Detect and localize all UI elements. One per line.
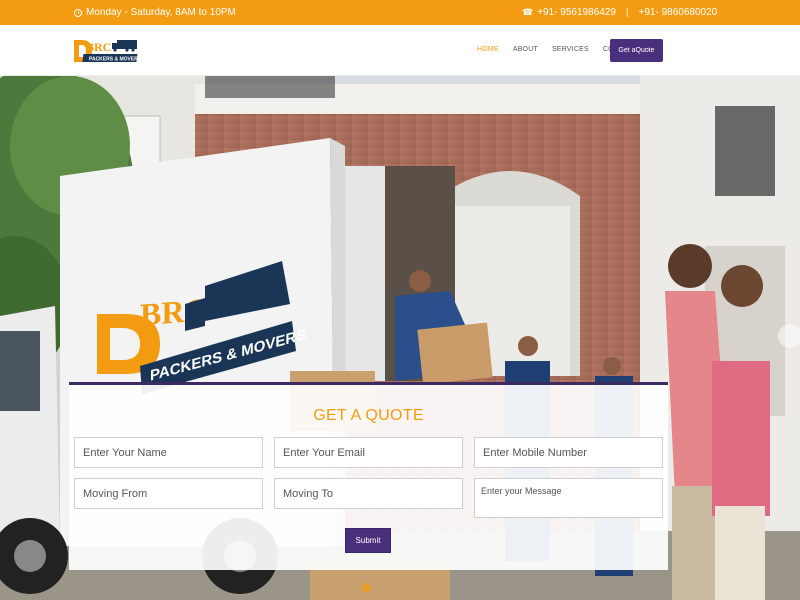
logo-graphic: BRC PACKERS & MOVERS	[74, 40, 142, 63]
nav-services[interactable]: SERVICES	[552, 46, 589, 53]
phone-number-2[interactable]: +91- 9860680020	[639, 7, 718, 18]
business-hours-text: Monday - Saturday, 8AM to 10PM	[86, 7, 236, 18]
submit-button[interactable]: Submit	[345, 528, 391, 553]
clock-icon	[74, 8, 82, 17]
quote-form: GET A QUOTE Enter Your Name Enter Your E…	[69, 382, 668, 570]
moving-to-input[interactable]: Moving To	[274, 478, 463, 509]
nav-about[interactable]: ABOUT	[513, 46, 538, 53]
nav-home[interactable]: HOME	[477, 46, 499, 53]
top-info-bar: Monday - Saturday, 8AM to 10PM ☎ +91- 95…	[0, 0, 800, 25]
slider-indicator[interactable]	[362, 583, 371, 592]
moving-from-input[interactable]: Moving From	[74, 478, 263, 509]
svg-text:BRC: BRC	[86, 40, 111, 54]
phone-numbers: ☎ +91- 9561986429 | +91- 9860680020	[522, 7, 717, 18]
message-textarea[interactable]: Enter your Message	[474, 478, 663, 518]
phone-icon: ☎	[522, 7, 534, 17]
phone-separator: |	[625, 7, 629, 18]
site-logo[interactable]: BRC PACKERS & MOVERS	[72, 36, 142, 66]
business-hours: Monday - Saturday, 8AM to 10PM	[74, 7, 236, 18]
phone-number-1[interactable]: +91- 9561986429	[537, 7, 616, 18]
svg-text:PACKERS & MOVERS: PACKERS & MOVERS	[89, 57, 142, 63]
email-input[interactable]: Enter Your Email	[274, 437, 463, 468]
name-input[interactable]: Enter Your Name	[74, 437, 263, 468]
mobile-input[interactable]: Enter Mobile Number	[474, 437, 663, 468]
get-quote-button[interactable]: Get aQuote	[610, 39, 663, 62]
quote-form-title: GET A QUOTE	[313, 407, 424, 424]
site-header: BRC PACKERS & MOVERS HOME ABOUT SERVICES…	[0, 25, 800, 76]
